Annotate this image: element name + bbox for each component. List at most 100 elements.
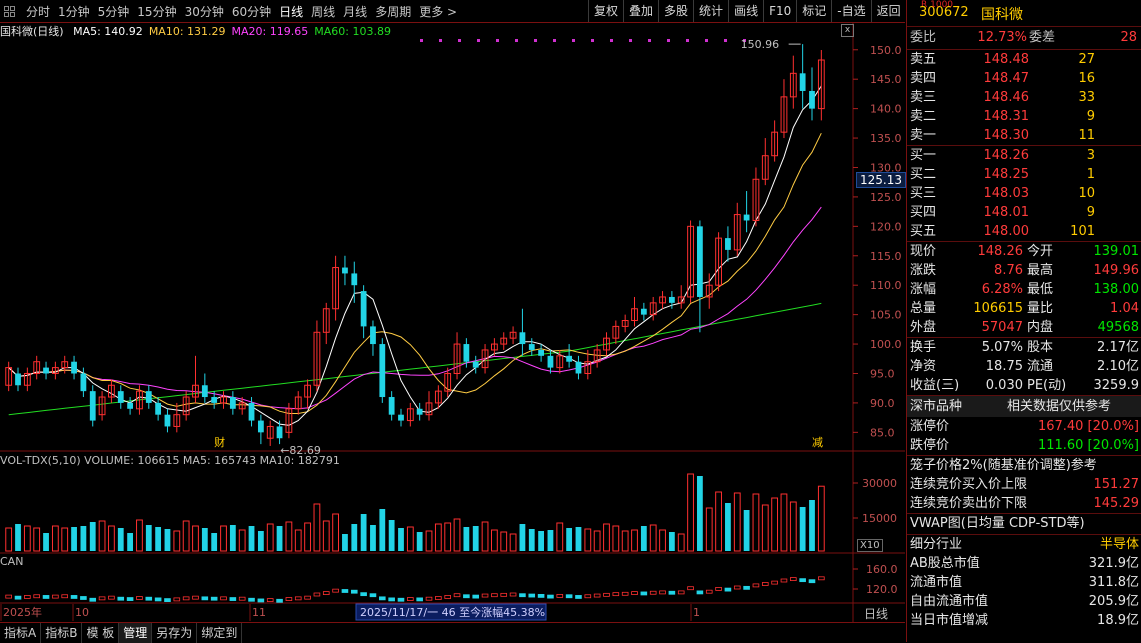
- bottom-tab-2[interactable]: 模 板: [82, 623, 120, 643]
- bottom-tab-4[interactable]: 另存为: [152, 623, 198, 643]
- candle-body: [71, 361, 77, 374]
- volume-bar: [33, 527, 41, 552]
- stat-label: 外盘: [910, 320, 937, 335]
- bids-row: 买四 148.01 9: [907, 203, 1141, 222]
- can-bar: [649, 590, 657, 595]
- can-bar: [500, 592, 508, 597]
- volume-bar: [752, 493, 760, 552]
- can-bar: [257, 598, 265, 603]
- volume-bar: [621, 530, 629, 552]
- can-bar: [780, 578, 788, 583]
- x-axis-label: 11: [252, 606, 266, 619]
- stock-code: 300672: [919, 5, 969, 20]
- volume-bar: [248, 526, 255, 551]
- can-bar: [238, 596, 246, 601]
- volume-bar: [398, 528, 404, 551]
- candle-body: [89, 391, 96, 421]
- volume-bar: [453, 518, 461, 552]
- volume-bar: [538, 531, 544, 551]
- ma-label-2: MA20: 119.65: [231, 25, 309, 38]
- cage-row: 连续竞价买入价上限 151.27: [907, 475, 1141, 494]
- volume-bar: [370, 525, 376, 551]
- can-bar: [612, 592, 620, 597]
- bottom-tab-5[interactable]: 绑定到: [197, 623, 243, 643]
- can-bar: [266, 598, 274, 602]
- stat-value: 149.96: [1093, 263, 1140, 278]
- stock-chart[interactable]: 150.0145.0140.0135.0130.0125.0120.0115.0…: [0, 0, 905, 622]
- can-bar: [341, 589, 349, 593]
- can-bar: [416, 597, 423, 602]
- volume-bar: [528, 529, 535, 551]
- signal-dot: [591, 39, 594, 42]
- stat-label: 最低: [1027, 282, 1054, 297]
- can-bar: [164, 598, 171, 602]
- price-tick-label: 100.0: [870, 338, 902, 351]
- volume-bar: [304, 522, 311, 552]
- volume-bar: [649, 524, 657, 552]
- ma-label-3: MA60: 103.89: [314, 25, 391, 38]
- can-bar: [743, 585, 750, 590]
- bottom-tab-3[interactable]: 管理: [119, 623, 153, 643]
- can-bar: [687, 586, 694, 591]
- bids-row: 买二 148.25 1: [907, 165, 1141, 184]
- ma-label-0: MA5: 140.92: [73, 25, 143, 38]
- stat-label: 现价: [910, 244, 937, 259]
- volume-legend: VOL-TDX(5,10) VOLUME: 106615 MA5: 165743…: [0, 454, 340, 467]
- vwap-row[interactable]: VWAP图(日均量 CDP-STD等): [907, 513, 1141, 534]
- volume-bar: [472, 526, 479, 551]
- signal-dot: [420, 39, 423, 42]
- bottom-tab-1[interactable]: 指标B: [41, 623, 83, 643]
- limit-label: 涨停价: [910, 419, 950, 434]
- cage-title-row: 笼子价格2%(随基准价调整)参考: [907, 456, 1141, 475]
- bids-row: 买五 148.00 101: [907, 222, 1141, 241]
- bottom-tab-0[interactable]: 指标A: [0, 623, 42, 643]
- bids-volume: 9: [1086, 205, 1095, 220]
- cap-row: AB股总市值 321.9亿: [907, 554, 1141, 573]
- bids-price: 148.25: [983, 167, 1030, 182]
- stat-value: 106615: [973, 301, 1023, 316]
- cage-row: 连续竞价卖出价下限 145.29: [907, 494, 1141, 513]
- volume-tick-label: 30000: [862, 477, 897, 490]
- can-bar: [89, 597, 97, 602]
- price-tick-label: 95.0: [870, 367, 895, 380]
- share-value: 18.75: [985, 359, 1023, 374]
- cap-value: 321.9亿: [1088, 556, 1139, 571]
- asks-label: 卖一: [910, 128, 937, 143]
- limit-row: 涨停价 167.40 [20.0%]: [907, 417, 1141, 436]
- can-bar: [640, 591, 648, 596]
- close-icon[interactable]: x: [841, 24, 854, 37]
- volume-bar: [117, 528, 124, 551]
- can-bar: [491, 593, 498, 598]
- can-bar: [761, 582, 769, 586]
- share-label: 收益(三): [910, 378, 960, 393]
- can-bar: [70, 595, 78, 599]
- volume-bar: [687, 473, 694, 552]
- candle-body: [547, 355, 554, 368]
- candle-body: [725, 238, 731, 250]
- volume-bar: [276, 526, 283, 551]
- can-bar: [790, 577, 797, 581]
- can-bar: [752, 583, 760, 588]
- weibi-label: 委比: [910, 30, 937, 45]
- price-tick-label: 120.0: [870, 220, 902, 233]
- volume-bar: [294, 529, 302, 552]
- price-tick-label: 115.0: [870, 250, 902, 263]
- bids-volume: 3: [1086, 148, 1095, 163]
- signal-dot: [496, 39, 499, 42]
- can-bar: [696, 590, 704, 595]
- stat-value: 1.04: [1110, 301, 1139, 316]
- asks-price: 148.31: [983, 109, 1030, 124]
- volume-bar: [89, 522, 96, 551]
- can-bar: [52, 594, 59, 599]
- candle-body: [117, 391, 124, 403]
- share-row: 收益(三) 0.030 PE(动) 3259.9: [907, 376, 1141, 395]
- asks-label: 卖四: [910, 71, 937, 86]
- can-bar: [435, 596, 442, 600]
- chart-title: 国科微(日线): [0, 25, 64, 38]
- share-value: 2.10亿: [1097, 359, 1139, 374]
- stat-row: 涨幅 6.28% 最低 138.00: [907, 280, 1141, 299]
- x-axis-label: 1: [693, 606, 700, 619]
- candle-body: [370, 326, 376, 345]
- volume-bar: [360, 514, 367, 551]
- volume-bar: [266, 523, 274, 552]
